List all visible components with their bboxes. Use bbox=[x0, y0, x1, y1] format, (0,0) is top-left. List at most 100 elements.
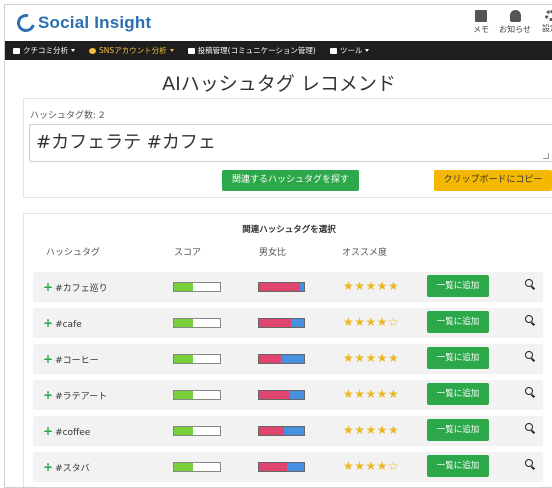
hashtag-text: #ラテアート bbox=[55, 392, 108, 402]
hashtag-count-label: ハッシュタグ数: 2 bbox=[30, 111, 105, 121]
column-header-gender-ratio: 男女比 bbox=[259, 248, 287, 258]
hashtag-input-panel: ハッシュタグ数: 2 #カフェラテ #カフェ 関連するハッシュタグを探す クリッ… bbox=[23, 98, 552, 198]
app-window: Social Insight メモ お知らせ 設定 クチコミ分析 SNSアカウン… bbox=[4, 4, 552, 488]
plus-icon: + bbox=[43, 352, 54, 366]
hashtag-text: #coffee bbox=[55, 428, 91, 438]
female-ratio-fill bbox=[259, 391, 290, 399]
add-hashtag-link[interactable]: + #コーヒー bbox=[43, 352, 99, 366]
plus-icon: + bbox=[43, 460, 54, 474]
add-to-list-button[interactable]: 一覧に追加 bbox=[427, 419, 489, 441]
add-hashtag-link[interactable]: + #カフェ巡り bbox=[43, 280, 108, 294]
nav-item-sns-account[interactable]: SNSアカウント分析 bbox=[89, 45, 174, 56]
list-item: + #coffee ★★★★★ 一覧に追加 bbox=[33, 416, 543, 446]
score-bar bbox=[173, 462, 221, 472]
hashtag-list: + #カフェ巡り ★★★★★ 一覧に追加 + #cafe ★★★★☆ 一覧に追加 + #コーヒー ★… bbox=[33, 272, 543, 487]
gender-ratio-bar bbox=[258, 462, 305, 472]
add-to-list-button[interactable]: 一覧に追加 bbox=[427, 275, 489, 297]
add-hashtag-link[interactable]: + #coffee bbox=[43, 424, 90, 438]
gender-ratio-bar bbox=[258, 426, 305, 436]
nav-item-kuchikomi[interactable]: クチコミ分析 bbox=[13, 45, 75, 56]
hashtag-text: #cafe bbox=[55, 320, 82, 330]
hashtag-textarea-value: #カフェラテ #カフェ bbox=[36, 132, 216, 153]
recommendation-stars: ★★★★★ bbox=[343, 387, 400, 401]
caret-down-icon bbox=[71, 49, 75, 52]
score-fill bbox=[174, 355, 194, 363]
top-header: Social Insight メモ お知らせ 設定 bbox=[5, 5, 552, 41]
score-fill bbox=[174, 319, 194, 327]
memo-icon bbox=[475, 10, 487, 22]
column-header-score: スコア bbox=[174, 248, 202, 258]
search-icon[interactable] bbox=[525, 387, 535, 399]
gender-ratio-bar bbox=[258, 282, 305, 292]
chat-icon bbox=[187, 47, 195, 54]
plus-icon: + bbox=[43, 424, 54, 438]
add-hashtag-link[interactable]: + #ラテアート bbox=[43, 388, 107, 402]
notice-label: お知らせ bbox=[499, 25, 531, 34]
user-circle-icon bbox=[89, 47, 96, 54]
find-related-hashtags-button[interactable]: 関連するハッシュタグを探す bbox=[222, 170, 359, 191]
briefcase-icon bbox=[329, 47, 337, 54]
settings-label: 設定 bbox=[542, 24, 552, 33]
list-item: + #cafe ★★★★☆ 一覧に追加 bbox=[33, 308, 543, 338]
list-item: + #コーヒー ★★★★★ 一覧に追加 bbox=[33, 344, 543, 374]
hashtag-textarea[interactable]: #カフェラテ #カフェ bbox=[29, 124, 552, 162]
score-bar bbox=[173, 282, 221, 292]
add-hashtag-link[interactable]: + #スタバ bbox=[43, 460, 90, 474]
score-fill bbox=[174, 463, 194, 471]
add-to-list-button[interactable]: 一覧に追加 bbox=[427, 347, 489, 369]
add-to-list-button[interactable]: 一覧に追加 bbox=[427, 311, 489, 333]
add-to-list-button[interactable]: 一覧に追加 bbox=[427, 455, 489, 477]
search-icon[interactable] bbox=[525, 459, 535, 471]
search-icon[interactable] bbox=[525, 315, 535, 327]
memo-label: メモ bbox=[473, 25, 489, 34]
bell-icon bbox=[509, 10, 521, 22]
nav-label: 投稿管理(コミュニケーション管理) bbox=[197, 46, 316, 55]
list-item: + #ラテアート ★★★★★ 一覧に追加 bbox=[33, 380, 543, 410]
caret-down-icon bbox=[169, 49, 174, 52]
recommendation-stars: ★★★★★ bbox=[343, 351, 400, 365]
score-fill bbox=[174, 283, 194, 291]
female-ratio-fill bbox=[259, 463, 287, 471]
list-item: + #スタバ ★★★★☆ 一覧に追加 bbox=[33, 452, 543, 482]
female-ratio-fill bbox=[259, 283, 301, 291]
gender-ratio-bar bbox=[258, 318, 305, 328]
add-hashtag-link[interactable]: + #cafe bbox=[43, 316, 82, 330]
score-bar bbox=[173, 318, 221, 328]
search-icon[interactable] bbox=[525, 279, 535, 291]
copy-to-clipboard-button[interactable]: クリップボードにコピー bbox=[434, 170, 552, 191]
main-nav: クチコミ分析 SNSアカウント分析 投稿管理(コミュニケーション管理) ツール bbox=[5, 41, 552, 60]
memo-button[interactable]: メモ bbox=[463, 10, 499, 35]
related-hashtags-title: 関連ハッシュタグを選択 bbox=[242, 225, 336, 235]
list-item: + #カフェ巡り ★★★★★ 一覧に追加 bbox=[33, 272, 543, 302]
plus-icon: + bbox=[43, 280, 54, 294]
related-hashtags-panel: 関連ハッシュタグを選択 ハッシュタグ スコア 男女比 オススメ度 + #カフェ巡り… bbox=[23, 213, 552, 487]
gear-icon bbox=[544, 10, 552, 21]
score-bar bbox=[173, 426, 221, 436]
nav-item-tools[interactable]: ツール bbox=[329, 45, 370, 56]
hashtag-text: #スタバ bbox=[55, 464, 90, 474]
recommendation-stars: ★★★★★ bbox=[343, 279, 400, 293]
gender-ratio-bar bbox=[258, 354, 305, 364]
logo[interactable]: Social Insight bbox=[13, 10, 152, 36]
search-icon[interactable] bbox=[525, 423, 535, 435]
add-to-list-button[interactable]: 一覧に追加 bbox=[427, 383, 489, 405]
nav-label: クチコミ分析 bbox=[23, 46, 68, 55]
gender-ratio-bar bbox=[258, 390, 305, 400]
nav-label: SNSアカウント分析 bbox=[99, 46, 167, 55]
search-icon[interactable] bbox=[525, 351, 535, 363]
logo-mark-icon bbox=[13, 10, 39, 36]
hashtag-text: #コーヒー bbox=[55, 356, 99, 366]
resize-handle-icon[interactable] bbox=[543, 153, 549, 159]
score-fill bbox=[174, 427, 194, 435]
score-bar bbox=[173, 390, 221, 400]
nav-item-post-management[interactable]: 投稿管理(コミュニケーション管理) bbox=[187, 45, 316, 56]
score-fill bbox=[174, 391, 194, 399]
female-ratio-fill bbox=[259, 355, 281, 363]
female-ratio-fill bbox=[259, 427, 284, 435]
logo-text: Social Insight bbox=[38, 13, 152, 32]
notice-button[interactable]: お知らせ bbox=[497, 10, 533, 35]
recommendation-stars: ★★★★★ bbox=[343, 423, 400, 437]
score-bar bbox=[173, 354, 221, 364]
settings-button[interactable]: 設定 bbox=[532, 10, 552, 34]
nav-label: ツール bbox=[339, 46, 363, 55]
